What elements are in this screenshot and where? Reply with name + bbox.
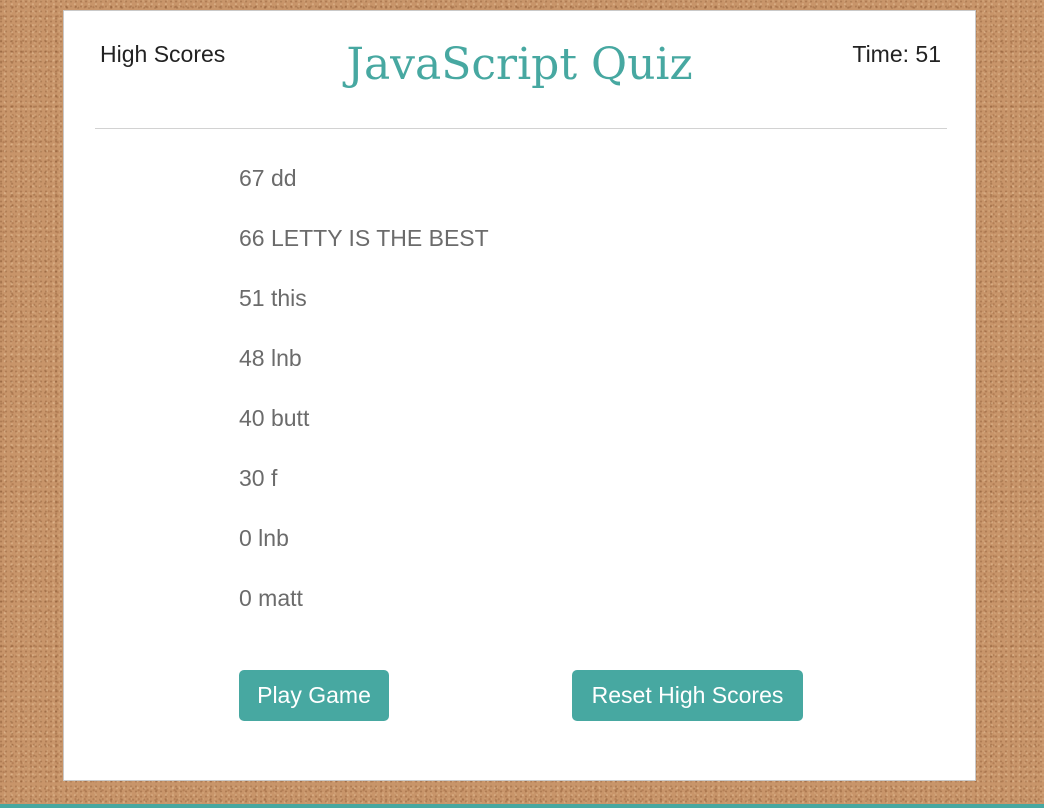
play-game-button[interactable]: Play Game [239,670,389,721]
high-score-list: 67 dd 66 LETTY IS THE BEST 51 this 48 ln… [239,161,489,641]
header-divider [95,128,947,129]
score-item: 51 this [239,285,307,311]
timer-display: Time: 51 [852,41,941,67]
bottom-accent-strip [0,804,1044,808]
score-item: 0 lnb [239,525,289,551]
quiz-card: High Scores JavaScript Quiz Time: 51 67 … [63,10,976,781]
score-item: 66 LETTY IS THE BEST [239,225,489,251]
page-title: JavaScript Quiz [346,39,693,90]
reset-high-scores-button[interactable]: Reset High Scores [572,670,803,721]
score-item: 67 dd [239,165,297,191]
score-item: 40 butt [239,405,310,431]
score-item: 48 lnb [239,345,302,371]
score-item: 0 matt [239,585,303,611]
score-item: 30 f [239,465,278,491]
